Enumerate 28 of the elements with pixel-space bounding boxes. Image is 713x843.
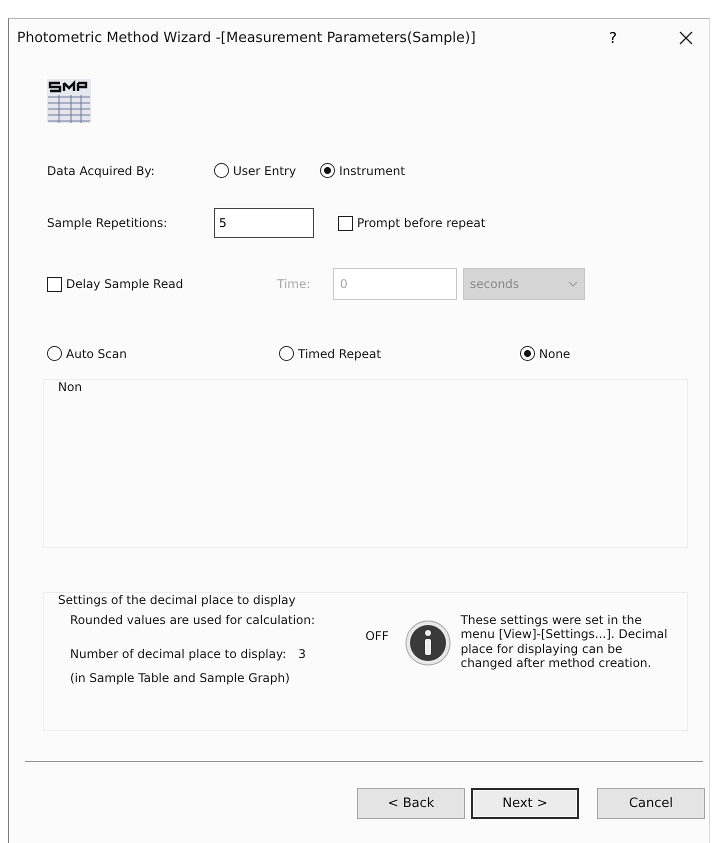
- help-button[interactable]: ?: [605, 29, 621, 47]
- radio-button[interactable]: Instrument: [320, 163, 406, 178]
- wizard-button[interactable]: Cancel: [597, 788, 705, 819]
- info-icon: [404, 619, 451, 667]
- group-label: Settings of the decimal place to display: [58, 593, 296, 607]
- wizard-button[interactable]: < Back: [357, 788, 465, 819]
- info-text: These settings were set in the menu [View]-[Settings...]. Decimal place for displaying can be changed after method creation.: [460, 613, 668, 672]
- setting-note: (in Sample Table and Sample Graph): [70, 671, 291, 685]
- radio-button[interactable]: None: [520, 346, 570, 361]
- field-label: Sample Repetitions:: [47, 216, 168, 230]
- radio-button[interactable]: Timed Repeat: [279, 346, 520, 361]
- field-label: Time:: [277, 277, 312, 291]
- field-label: Data Acquired By:: [47, 164, 156, 178]
- sample-table-icon: [47, 79, 91, 123]
- group-label: Non: [58, 380, 82, 394]
- radio-button[interactable]: User Entry: [214, 163, 296, 178]
- wizard-button[interactable]: Next >: [471, 788, 579, 819]
- repetitions-field[interactable]: 5: [214, 208, 314, 238]
- radio-button[interactable]: Auto Scan: [47, 346, 279, 361]
- checkbox[interactable]: Prompt before repeat: [338, 216, 486, 230]
- window-title: Photometric Method Wizard -[Measurement Parameters(Sample)]: [17, 30, 477, 46]
- setting-value: OFF: [365, 629, 389, 643]
- close-icon[interactable]: [679, 31, 693, 45]
- setting-label: Number of decimal place to display:: [70, 647, 286, 661]
- setting-label: Rounded values are used for calculation:: [70, 613, 316, 627]
- chevron-down-icon: [568, 281, 578, 287]
- checkbox[interactable]: Delay Sample Read: [47, 276, 277, 292]
- setting-value: 3: [298, 647, 306, 661]
